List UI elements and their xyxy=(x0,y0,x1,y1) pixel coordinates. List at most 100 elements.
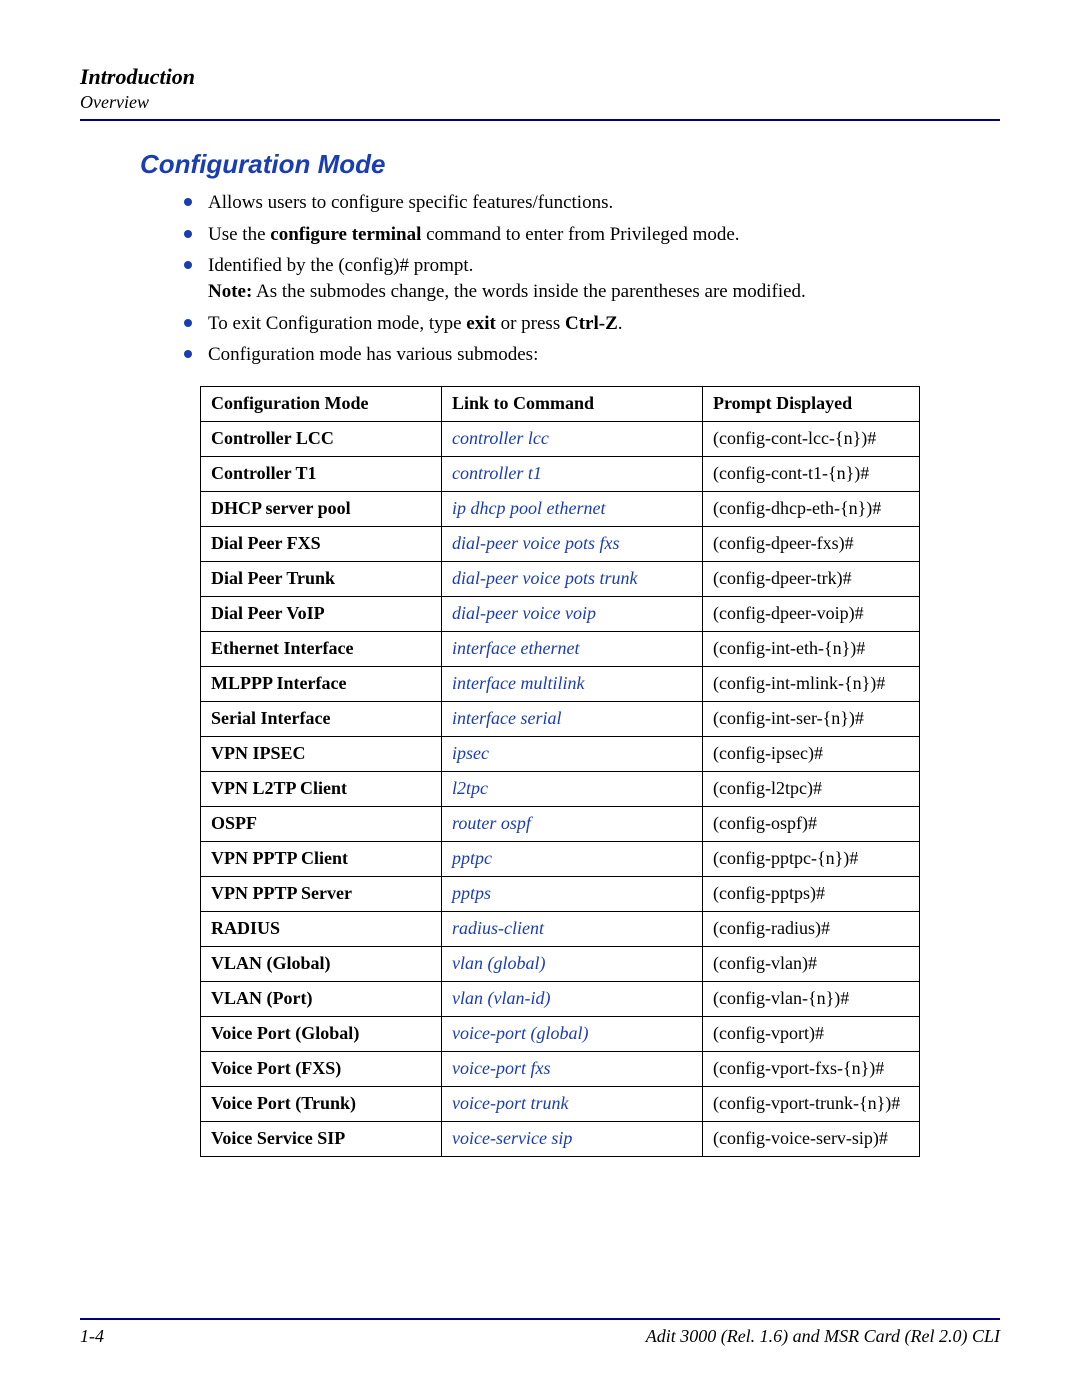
cell-link-command: ipsec xyxy=(442,736,703,771)
header-title: Introduction xyxy=(80,64,1000,90)
table-row: Voice Service SIPvoice-service sip(confi… xyxy=(201,1121,920,1156)
command-link[interactable]: voice-port (global) xyxy=(452,1023,588,1043)
footer-doc-title: Adit 3000 (Rel. 1.6) and MSR Card (Rel 2… xyxy=(646,1326,1000,1347)
cell-config-mode: VLAN (Global) xyxy=(201,946,442,981)
cell-link-command: voice-port trunk xyxy=(442,1086,703,1121)
cell-config-mode: Dial Peer VoIP xyxy=(201,596,442,631)
table-row: Voice Port (Trunk)voice-port trunk(confi… xyxy=(201,1086,920,1121)
cell-config-mode: VLAN (Port) xyxy=(201,981,442,1016)
table-row: Dial Peer VoIPdial-peer voice voip(confi… xyxy=(201,596,920,631)
cell-prompt: (config-radius)# xyxy=(703,911,920,946)
command-link[interactable]: dial-peer voice voip xyxy=(452,603,596,623)
bullet-item: Use the configure terminal command to en… xyxy=(180,222,1000,248)
table-row: MLPPP Interface interface multilink (confi… xyxy=(201,666,920,701)
command-link[interactable]: ipsec xyxy=(452,743,489,763)
command-link[interactable]: radius-client xyxy=(452,918,544,938)
cell-config-mode: Serial Interface xyxy=(201,701,442,736)
command-link[interactable]: l2tpc xyxy=(452,778,488,798)
cell-prompt: (config-int-ser-{n})# xyxy=(703,701,920,736)
cell-link-command: vlan (vlan-id) xyxy=(442,981,703,1016)
section-title: Configuration Mode xyxy=(140,149,1000,180)
command-link[interactable]: vlan (global) xyxy=(452,953,545,973)
cell-prompt: (config-pptpc-{n})# xyxy=(703,841,920,876)
cell-config-mode: VPN IPSEC xyxy=(201,736,442,771)
command-link[interactable]: vlan (vlan-id) xyxy=(452,988,550,1008)
command-link[interactable]: dial-peer voice pots trunk xyxy=(452,568,637,588)
cell-prompt: (config-ipsec)# xyxy=(703,736,920,771)
bullet-text: To exit Configuration mode, type xyxy=(208,313,466,334)
table-row: RADIUS radius-client (config-radius)# xyxy=(201,911,920,946)
cell-prompt: (config-int-mlink-{n})# xyxy=(703,666,920,701)
bullet-item: Identified by the (config)# prompt. Note… xyxy=(180,253,1000,304)
cell-prompt: (config-vport)# xyxy=(703,1016,920,1051)
cell-config-mode: RADIUS xyxy=(201,911,442,946)
command-link[interactable]: router ospf xyxy=(452,813,531,833)
cell-prompt: (config-cont-t1-{n})# xyxy=(703,456,920,491)
cell-prompt: (config-dhcp-eth-{n})# xyxy=(703,491,920,526)
footer-row: 1-4 Adit 3000 (Rel. 1.6) and MSR Card (R… xyxy=(80,1326,1000,1347)
cell-link-command: voice-port (global) xyxy=(442,1016,703,1051)
table-row: Dial Peer FXS dial-peer voice pots fxs (co… xyxy=(201,526,920,561)
footer-rule xyxy=(80,1318,1000,1320)
table-row: OSPFrouter ospf(config-ospf)# xyxy=(201,806,920,841)
cell-config-mode: Dial Peer FXS xyxy=(201,526,442,561)
table-row: DHCP server pool ip dhcp pool ethernet (co… xyxy=(201,491,920,526)
cell-config-mode: VPN PPTP Server xyxy=(201,876,442,911)
bullet-item: Allows users to configure specific featu… xyxy=(180,190,1000,216)
cell-link-command: interface serial xyxy=(442,701,703,736)
cell-prompt: (config-vlan-{n})# xyxy=(703,981,920,1016)
cell-prompt: (config-cont-lcc-{n})# xyxy=(703,421,920,456)
cell-config-mode: Controller T1 xyxy=(201,456,442,491)
table-row: VPN L2TP Clientl2tpc(config-l2tpc)# xyxy=(201,771,920,806)
command-link[interactable]: interface multilink xyxy=(452,673,584,693)
cell-link-command: ip dhcp pool ethernet xyxy=(442,491,703,526)
cell-config-mode: Ethernet Interface xyxy=(201,631,442,666)
page-header: Introduction Overview xyxy=(80,64,1000,113)
cell-config-mode: Voice Port (Global) xyxy=(201,1016,442,1051)
cell-prompt: (config-dpeer-fxs)# xyxy=(703,526,920,561)
bullet-text: Allows users to configure specific featu… xyxy=(208,192,613,213)
bullet-text: Use the xyxy=(208,224,270,245)
bullet-bold: exit xyxy=(466,313,496,334)
command-link[interactable]: ip dhcp pool ethernet xyxy=(452,498,605,518)
bullet-bold: Ctrl-Z xyxy=(565,313,618,334)
cell-config-mode: Voice Port (Trunk) xyxy=(201,1086,442,1121)
cell-link-command: dial-peer voice voip xyxy=(442,596,703,631)
cell-link-command: dial-peer voice pots fxs xyxy=(442,526,703,561)
cell-config-mode: MLPPP Interface xyxy=(201,666,442,701)
command-link[interactable]: controller t1 xyxy=(452,463,542,483)
table-row: VLAN (Global) vlan (global) (config-vlan)# xyxy=(201,946,920,981)
command-link[interactable]: voice-port trunk xyxy=(452,1093,568,1113)
cell-config-mode: Dial Peer Trunk xyxy=(201,561,442,596)
cell-config-mode: Controller LCC xyxy=(201,421,442,456)
cell-prompt: (config-vlan)# xyxy=(703,946,920,981)
command-link[interactable]: voice-port fxs xyxy=(452,1058,550,1078)
cell-link-command: vlan (global) xyxy=(442,946,703,981)
table-row: Controller T1 controller t1 (config-cont-t… xyxy=(201,456,920,491)
command-link[interactable]: controller lcc xyxy=(452,428,549,448)
table-row: Voice Port (FXS)voice-port fxs(config-vp… xyxy=(201,1051,920,1086)
cell-prompt: (config-voice-serv-sip)# xyxy=(703,1121,920,1156)
cell-config-mode: DHCP server pool xyxy=(201,491,442,526)
cell-link-command: interface ethernet xyxy=(442,631,703,666)
cell-link-command: controller t1 xyxy=(442,456,703,491)
command-link[interactable]: dial-peer voice pots fxs xyxy=(452,533,619,553)
command-link[interactable]: voice-service sip xyxy=(452,1128,572,1148)
cell-prompt: (config-dpeer-trk)# xyxy=(703,561,920,596)
command-link[interactable]: interface serial xyxy=(452,708,561,728)
command-link[interactable]: pptps xyxy=(452,883,491,903)
cell-link-command: controller lcc xyxy=(442,421,703,456)
col-header-prompt: Prompt Displayed xyxy=(703,386,920,421)
table-row: VPN PPTP Client pptpc (config-pptpc-{n})# xyxy=(201,841,920,876)
bullet-text: or press xyxy=(496,313,565,334)
cell-link-command: radius-client xyxy=(442,911,703,946)
table-row: Dial Peer Trunk dial-peer voice pots trun… xyxy=(201,561,920,596)
bullet-item: To exit Configuration mode, type exit or… xyxy=(180,311,1000,337)
cell-link-command: router ospf xyxy=(442,806,703,841)
bullet-bold: configure terminal xyxy=(270,224,421,245)
command-link[interactable]: interface ethernet xyxy=(452,638,579,658)
command-link[interactable]: pptpc xyxy=(452,848,492,868)
table-row: Serial Interface interface serial (config-… xyxy=(201,701,920,736)
bullet-text: command to enter from Privileged mode. xyxy=(421,224,739,245)
cell-config-mode: VPN PPTP Client xyxy=(201,841,442,876)
